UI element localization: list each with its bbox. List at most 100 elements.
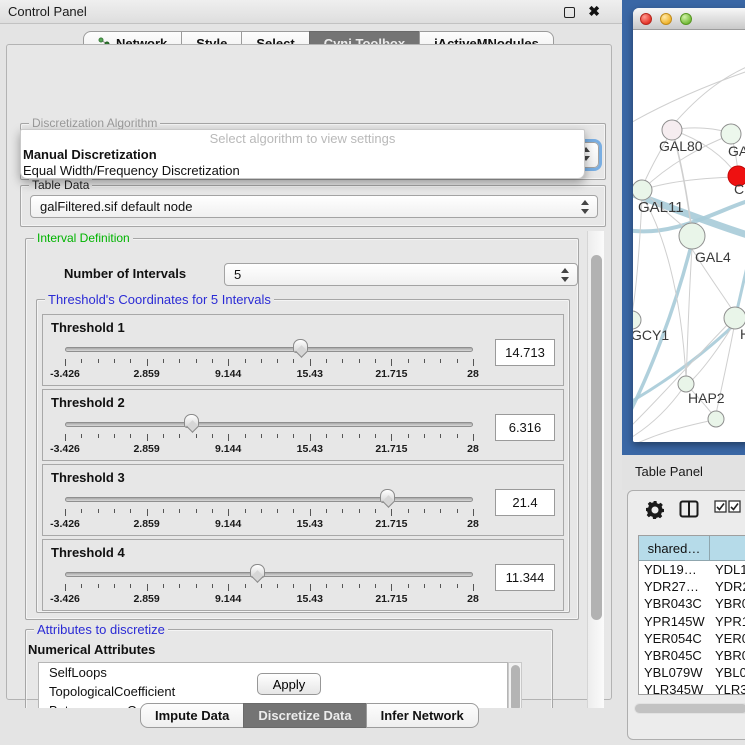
cell-shared-name: YBR043C	[639, 595, 710, 612]
slider-thumb[interactable]	[250, 564, 265, 580]
slider-tick	[457, 509, 458, 513]
table-row[interactable]: YER054C YER0	[639, 630, 745, 647]
close-light-icon[interactable]	[640, 13, 652, 25]
tab-impute-data[interactable]: Impute Data	[140, 703, 244, 728]
slider-tick	[408, 434, 409, 438]
slider-tick	[179, 434, 180, 438]
slider-tick-label: -3.426	[50, 443, 80, 455]
slider-thumb[interactable]	[293, 339, 308, 355]
slider-tick	[196, 359, 197, 363]
vertical-scrollbar-thumb[interactable]	[591, 255, 602, 620]
network-node[interactable]	[708, 411, 724, 427]
network-node[interactable]	[721, 124, 741, 144]
slider-tick	[277, 434, 278, 438]
slider-track[interactable]	[65, 497, 473, 502]
network-canvas[interactable]: GAL80GACGAL11GAL4GCY1HHAP2	[633, 30, 745, 442]
zoom-light-icon[interactable]	[680, 13, 692, 25]
slider-tick-label: 28	[467, 518, 479, 530]
table-row[interactable]: YBL079W YBL0	[639, 664, 745, 681]
slider-tick	[424, 509, 425, 513]
panel-title: Control Panel	[8, 4, 87, 19]
slider-tick	[277, 509, 278, 513]
threshold-value-field[interactable]: 11.344	[495, 564, 555, 591]
group-title-thresholds: Threshold's Coordinates for 5 Intervals	[45, 292, 274, 307]
cell-shared-name: YER054C	[639, 630, 710, 647]
slider-track[interactable]	[65, 422, 473, 427]
tab-infer-network[interactable]: Infer Network	[366, 703, 479, 728]
number-of-intervals-label: Number of Intervals	[64, 266, 186, 281]
slider-tick	[130, 509, 131, 513]
horizontal-scrollbar-thumb[interactable]	[635, 704, 745, 713]
network-window-titlebar[interactable]	[633, 8, 745, 30]
minimize-light-icon[interactable]	[660, 13, 672, 25]
slider-thumb[interactable]	[380, 489, 395, 505]
slider-tick	[326, 359, 327, 363]
vertical-scrollbar[interactable]	[587, 231, 604, 708]
network-node[interactable]	[679, 223, 705, 249]
slider-tick	[473, 359, 474, 366]
threshold-value-field[interactable]: 21.4	[495, 489, 555, 516]
cell-shared-name: YDR27…	[639, 578, 710, 595]
slider-tick	[310, 509, 311, 516]
threshold-slider-1[interactable]: -3.4262.8599.14415.4321.71528	[65, 315, 473, 385]
dropdown-item-equal-width-frequency-discretization[interactable]: Equal Width/Frequency Discretization	[23, 163, 240, 178]
number-of-intervals-combo[interactable]: 5	[224, 263, 578, 286]
float-icon[interactable]	[564, 7, 575, 18]
slider-tick-label: 15.43	[297, 368, 323, 380]
threshold-value-field[interactable]: 14.713	[495, 339, 555, 366]
gear-icon[interactable]	[645, 500, 665, 525]
threshold-slider-4[interactable]: -3.4262.8599.14415.4321.71528	[65, 540, 473, 610]
slider-track[interactable]	[65, 347, 473, 352]
network-node[interactable]	[662, 120, 682, 140]
network-node[interactable]	[633, 180, 652, 200]
slider-tick	[440, 359, 441, 363]
slider-tick	[473, 434, 474, 441]
slider-tick	[408, 584, 409, 588]
table-row[interactable]: YPR145W YPR1	[639, 613, 745, 630]
threshold-slider-3[interactable]: -3.4262.8599.14415.4321.71528	[65, 465, 473, 535]
slider-track[interactable]	[65, 572, 473, 577]
slider-thumb[interactable]	[184, 414, 199, 430]
slider-tick	[98, 509, 99, 513]
close-icon[interactable]: ✖	[588, 3, 600, 20]
table-row[interactable]: YBR045C YBR0	[639, 647, 745, 664]
apply-button[interactable]: Apply	[257, 673, 321, 695]
table-row[interactable]: YDR27… YDR2	[639, 578, 745, 595]
checkbox-icon-2[interactable]	[728, 500, 741, 518]
table-row[interactable]: YDL19… YDL1	[639, 561, 745, 578]
algorithm-dropdown-popup: Select algorithm to view settings Manual…	[20, 129, 585, 179]
column-header-shared[interactable]: shared…	[639, 536, 710, 560]
slider-tick	[245, 359, 246, 363]
dropdown-item-manual-discretization[interactable]: Manual Discretization	[23, 147, 157, 162]
column-header-name[interactable]: n	[710, 536, 745, 560]
checkbox-icon-1[interactable]	[714, 500, 727, 518]
threshold-slider-2[interactable]: -3.4262.8599.14415.4321.71528	[65, 390, 473, 460]
numerical-attributes-label: Numerical Attributes	[28, 642, 155, 657]
tab-discretize-data[interactable]: Discretize Data	[243, 703, 366, 728]
table-row[interactable]: YBR043C YBR0	[639, 595, 745, 612]
cell-shared-name: YDL19…	[639, 561, 710, 578]
table-data-combo[interactable]: galFiltered.sif default node	[30, 195, 598, 218]
slider-tick	[228, 359, 229, 366]
node-label: GCY1	[633, 327, 669, 343]
slider-tick	[196, 434, 197, 438]
table-row[interactable]: YLR345W YLR3	[639, 681, 745, 695]
cell-name: YPR1	[710, 613, 745, 630]
slider-tick	[375, 359, 376, 363]
attributes-group: Attributes to discretize Numerical Attri…	[25, 629, 553, 708]
combo-arrows-icon	[561, 267, 570, 283]
slider-tick	[261, 359, 262, 363]
list-scrollbar-thumb[interactable]	[511, 665, 520, 708]
slider-tick-label: 15.43	[297, 593, 323, 605]
slider-tick	[440, 584, 441, 588]
threshold-value-field[interactable]: 6.316	[495, 414, 555, 441]
network-desktop: GAL80GACGAL11GAL4GCY1HHAP2	[622, 0, 745, 455]
list-scrollbar[interactable]	[508, 662, 522, 708]
threshold-row-4: Threshold 4 -3.4262.8599.14415.4321.7152…	[42, 539, 564, 611]
split-view-icon[interactable]	[679, 500, 699, 523]
horizontal-scrollbar[interactable]	[634, 703, 745, 714]
slider-tick	[196, 509, 197, 513]
slider-tick	[179, 359, 180, 363]
slider-tick-label: 21.715	[375, 443, 407, 455]
node-label: HAP2	[688, 390, 725, 406]
